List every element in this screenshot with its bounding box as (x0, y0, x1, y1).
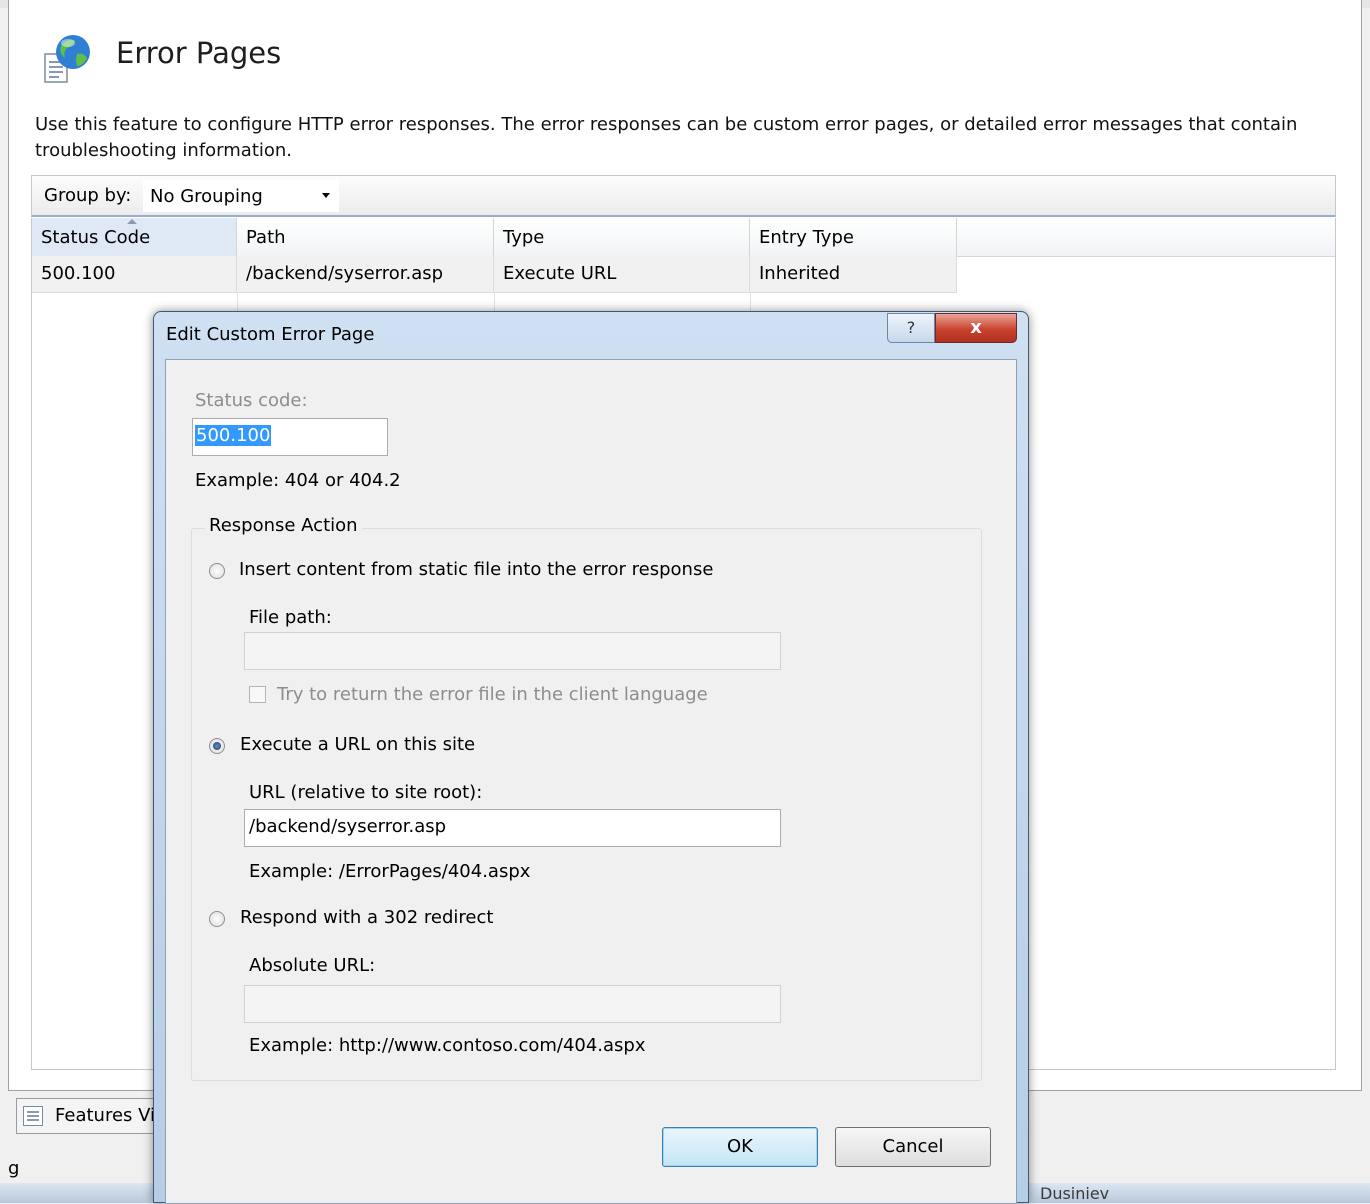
dialog-title: Edit Custom Error Page (166, 324, 375, 345)
page-title: Error Pages (116, 36, 282, 70)
client-language-label[interactable]: Try to return the error file in the clie… (277, 684, 708, 705)
file-path-label: File path: (249, 607, 332, 628)
column-header-label: Status Code (41, 227, 151, 248)
absolute-url-label: Absolute URL: (249, 955, 376, 976)
status-code-example: Example: 404 or 404.2 (195, 470, 401, 491)
obscured-text: Dusiniev (1040, 1184, 1110, 1203)
column-header-label: Type (503, 227, 545, 248)
grid-divider (237, 292, 238, 312)
url-example: Example: /ErrorPages/404.aspx (249, 861, 531, 882)
cell-path: /backend/syserror.asp (237, 256, 494, 292)
radio-execute-url-label[interactable]: Execute a URL on this site (240, 734, 475, 755)
chevron-down-icon (322, 193, 330, 198)
help-button[interactable]: ? (887, 313, 935, 343)
group-by-value: No Grouping (150, 186, 263, 207)
cell-status-code: 500.100 (32, 256, 237, 292)
group-by-toolbar: Group by: No Grouping (31, 175, 1336, 217)
radio-redirect-label[interactable]: Respond with a 302 redirect (240, 907, 493, 928)
tab-label: Features Vi (55, 1105, 156, 1126)
column-header-status-code[interactable]: Status Code (32, 218, 237, 256)
edit-custom-error-page-dialog: Edit Custom Error Page ? x Status code: … (153, 311, 1029, 1204)
radio-static-file-label[interactable]: Insert content from static file into the… (239, 559, 713, 580)
grid-divider (750, 292, 751, 312)
column-header-entry-type[interactable]: Entry Type (750, 218, 957, 256)
status-code-label: Status code: (195, 390, 308, 411)
client-language-checkbox[interactable] (249, 686, 266, 703)
error-pages-icon (44, 35, 90, 83)
cell-entry-type: Inherited (750, 256, 957, 292)
url-input[interactable]: /backend/syserror.asp (244, 809, 781, 847)
absolute-url-input[interactable] (244, 985, 781, 1023)
radio-execute-url[interactable] (209, 738, 225, 754)
cancel-button[interactable]: Cancel (835, 1127, 991, 1167)
sort-ascending-icon (127, 219, 137, 224)
group-by-label: Group by: (44, 185, 132, 206)
status-text: g (8, 1158, 20, 1179)
radio-redirect[interactable] (209, 911, 225, 927)
absolute-url-example: Example: http://www.contoso.com/404.aspx (249, 1035, 646, 1056)
close-button[interactable]: x (935, 313, 1017, 343)
tab-features-view[interactable]: Features Vi (16, 1098, 166, 1134)
response-action-title: Response Action (205, 515, 362, 536)
column-header-label: Entry Type (759, 227, 854, 248)
dialog-body: Status code: 500.100 Example: 404 or 404… (165, 359, 1017, 1204)
cell-type: Execute URL (494, 256, 750, 292)
ok-button[interactable]: OK (662, 1127, 818, 1167)
url-value: /backend/syserror.asp (249, 816, 447, 837)
grid-divider (494, 292, 495, 312)
column-header-label: Path (246, 227, 286, 248)
url-label: URL (relative to site root): (249, 782, 483, 803)
group-by-dropdown[interactable]: No Grouping (143, 180, 339, 212)
column-header-type[interactable]: Type (494, 218, 750, 256)
status-code-input[interactable]: 500.100 (192, 418, 388, 456)
radio-static-file[interactable] (209, 563, 225, 579)
table-row[interactable]: 500.100 /backend/syserror.asp Execute UR… (32, 256, 957, 293)
status-code-value: 500.100 (195, 425, 272, 446)
file-path-input[interactable] (244, 632, 781, 670)
column-header-path[interactable]: Path (237, 218, 494, 256)
page-description: Use this feature to configure HTTP error… (35, 114, 1298, 161)
grid-header: Status Code Path Type Entry Type (32, 218, 1335, 257)
features-view-icon (23, 1106, 43, 1126)
